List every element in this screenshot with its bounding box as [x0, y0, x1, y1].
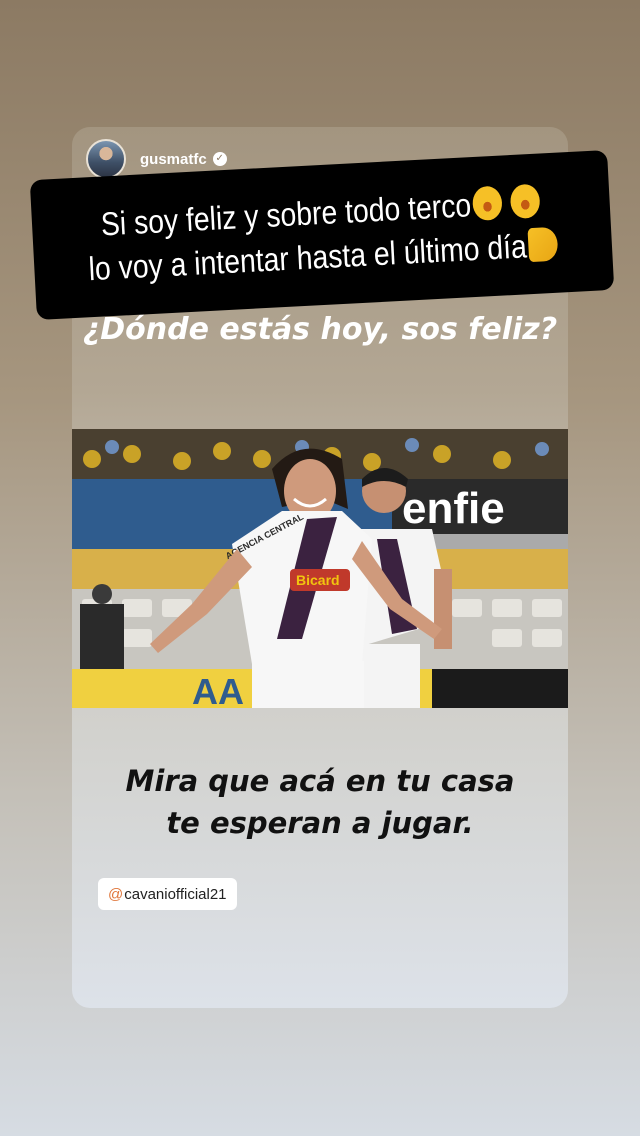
banner-text: AA: [192, 671, 244, 708]
post-photo: enfie AA Bicard AGENCIA CENTRAL: [72, 429, 568, 708]
mention-sticker[interactable]: @ cavaniofficial21: [98, 878, 237, 910]
closing-line-2: te esperan a jugar.: [166, 806, 474, 840]
mention-at-icon: @: [108, 885, 124, 903]
avatar[interactable]: [86, 139, 126, 179]
jersey-logo-text: Bicard: [296, 572, 340, 588]
username[interactable]: gusmatfc: [140, 151, 207, 168]
rolling-laughing-emoji-icon: [510, 183, 542, 220]
mention-username: cavaniofficial21: [124, 885, 227, 903]
closing-line-1: Mira que acá en tu casa: [125, 764, 515, 798]
question-text: ¿Dónde estás hoy, sos feliz?: [82, 312, 558, 347]
stadium-sign-text: enfie: [402, 484, 505, 533]
flexed-biceps-emoji-icon: [527, 226, 559, 263]
verified-badge-icon: ✓: [212, 152, 227, 166]
closing-message: Mira que acá en tu casa te esperan a jug…: [72, 760, 568, 844]
rolling-laughing-emoji-icon: [472, 185, 504, 222]
